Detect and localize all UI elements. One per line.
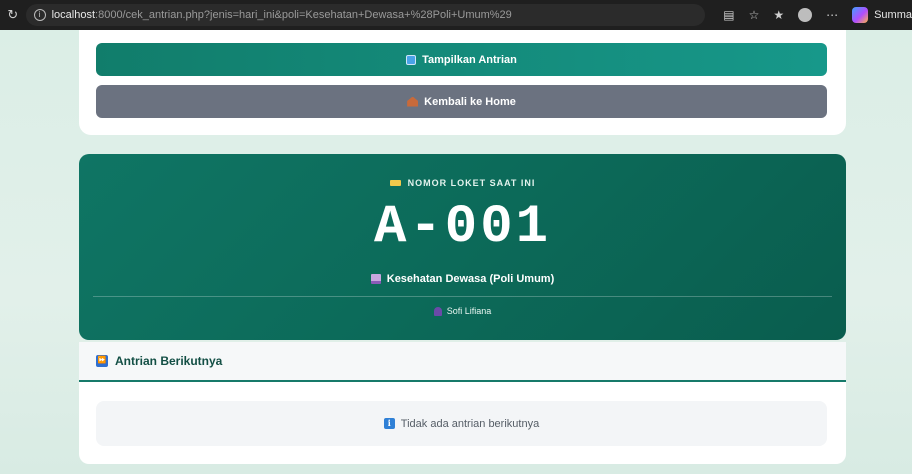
hospital-icon	[370, 274, 381, 284]
refresh-icon	[406, 54, 417, 65]
address-bar[interactable]: i localhost:8000/cek_antrian.php?jenis=h…	[25, 4, 706, 26]
empty-queue-text: Tidak ada antrian berikutnya	[400, 417, 540, 430]
empty-queue-message: i Tidak ada antrian berikutnya	[96, 401, 827, 446]
back-home-label: Kembali ke Home	[424, 95, 516, 108]
url-path: :8000/cek_antrian.php?jenis=hari_ini&pol…	[95, 9, 512, 21]
loket-poli: Kesehatan Dewasa (Poli Umum)	[79, 273, 846, 285]
divider	[93, 296, 832, 297]
url-host: localhost	[51, 9, 96, 21]
favorites-icon[interactable]: ★	[773, 8, 784, 22]
browser-toolbar: ↻ i localhost:8000/cek_antrian.php?jenis…	[0, 0, 912, 30]
poli-name: Kesehatan Dewasa (Poli Umum)	[386, 273, 555, 285]
reload-icon[interactable]: ↻	[0, 7, 26, 23]
reader-view-icon[interactable]: ▤	[723, 8, 734, 22]
info-icon: i	[383, 418, 395, 429]
summarize-label[interactable]: Summa	[874, 9, 912, 21]
favorite-star-icon[interactable]: ☆	[749, 8, 760, 22]
loket-label: NOMOR LOKET SAAT INI	[407, 178, 536, 188]
loket-number: A-001	[373, 197, 552, 258]
ticket-icon	[389, 180, 401, 186]
back-home-button[interactable]: Kembali ke Home	[96, 85, 827, 118]
loket-heading: NOMOR LOKET SAAT INI	[79, 178, 846, 188]
next-queue-header: ⏩ Antrian Berikutnya	[79, 342, 846, 382]
profile-avatar[interactable]	[798, 8, 813, 22]
person-icon	[433, 306, 442, 316]
site-info-icon[interactable]: i	[33, 9, 46, 21]
actions-card: Tampilkan Antrian Kembali ke Home	[79, 30, 846, 135]
next-queue-card: ⏩ Antrian Berikutnya i Tidak ada antrian…	[79, 342, 846, 464]
show-queue-button[interactable]: Tampilkan Antrian	[96, 43, 827, 76]
next-queue-title: Antrian Berikutnya	[115, 354, 223, 368]
show-queue-label: Tampilkan Antrian	[422, 53, 517, 66]
staff-name: Sofi Lifiana	[446, 306, 492, 316]
loket-staff: Sofi Lifiana	[79, 306, 846, 316]
page-content: Tampilkan Antrian Kembali ke Home NOMOR …	[0, 30, 912, 474]
fast-forward-icon: ⏩	[96, 355, 108, 367]
current-loket-card: NOMOR LOKET SAAT INI A-001 Kesehatan Dew…	[79, 154, 846, 340]
copilot-icon[interactable]	[852, 7, 869, 23]
more-menu-icon[interactable]: ⋯	[826, 8, 838, 22]
house-icon	[407, 96, 419, 107]
